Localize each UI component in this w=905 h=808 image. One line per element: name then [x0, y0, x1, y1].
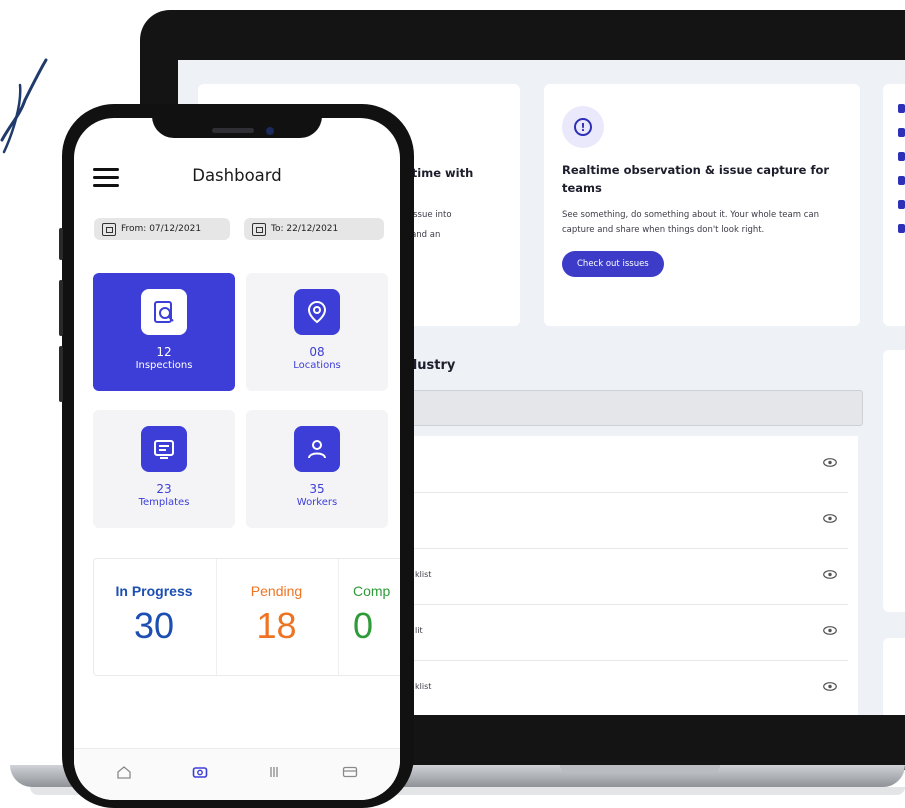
- search-input[interactable]: [403, 390, 863, 426]
- date-to-label: To: 22/12/2021: [271, 224, 339, 234]
- section-heading: dustry: [408, 358, 456, 373]
- tile-count: 12: [156, 345, 172, 359]
- card-icon[interactable]: [342, 765, 358, 779]
- eye-icon[interactable]: [823, 570, 837, 579]
- tile-label: Locations: [293, 360, 341, 371]
- tile-label: Templates: [138, 497, 190, 508]
- speaker-grille: [212, 128, 254, 133]
- bottom-nav: [74, 748, 400, 800]
- script-stroke-decoration: [0, 58, 48, 154]
- date-to-filter[interactable]: To: 22/12/2021: [244, 218, 384, 240]
- phone-side-button: [59, 280, 63, 336]
- row-divider: [403, 548, 848, 549]
- status-pending[interactable]: Pending 18: [216, 559, 336, 675]
- list-item-label[interactable]: klist: [415, 682, 431, 691]
- phone-screen: Dashboard From: 07/12/2021 To: 22/12/202…: [74, 118, 400, 800]
- eye-icon[interactable]: [823, 682, 837, 691]
- tile-label: Workers: [296, 497, 338, 508]
- link-bullet[interactable]: [898, 152, 905, 161]
- status-label: In Progress: [115, 583, 193, 599]
- inspection-icon: [141, 289, 187, 335]
- row-divider: [403, 660, 848, 661]
- right-card-link-list: [898, 104, 905, 248]
- phone-side-button: [59, 346, 63, 402]
- eye-icon[interactable]: [823, 458, 837, 467]
- worker-icon: [294, 426, 340, 472]
- status-summary: In Progress 30 Pending 18 Comp 0: [93, 558, 400, 676]
- camera-icon[interactable]: [192, 765, 208, 779]
- status-in-progress[interactable]: In Progress 30: [94, 559, 214, 675]
- template-list: klist lit klist: [403, 436, 858, 715]
- status-label: Pending: [250, 583, 303, 599]
- status-label: Comp: [353, 583, 391, 599]
- link-bullet[interactable]: [898, 224, 905, 233]
- front-camera: [266, 127, 274, 135]
- feature-card-issues: ! Realtime observation & issue capture f…: [544, 84, 860, 326]
- date-from-label: From: 07/12/2021: [121, 224, 202, 234]
- tile-inspections[interactable]: 12 Inspections: [93, 273, 235, 391]
- tile-locations[interactable]: 08 Locations: [246, 273, 388, 391]
- list-item-label[interactable]: lit: [415, 626, 423, 635]
- calendar-icon: [102, 222, 116, 236]
- tile-workers[interactable]: 35 Workers: [246, 410, 388, 528]
- tile-count: 08: [309, 345, 325, 359]
- row-divider: [403, 492, 848, 493]
- tile-label: Inspections: [135, 360, 193, 371]
- page-title: Dashboard: [192, 166, 282, 185]
- side-panel: [883, 350, 905, 612]
- tile-count: 23: [156, 482, 172, 496]
- link-bullet[interactable]: [898, 104, 905, 113]
- side-panel: [883, 638, 905, 715]
- calendar-icon: [252, 222, 266, 236]
- link-bullet[interactable]: [898, 200, 905, 209]
- list-item-label[interactable]: klist: [415, 570, 431, 579]
- info-icon: !: [562, 106, 604, 148]
- template-icon: [141, 426, 187, 472]
- feature-card-body: See something, do something about it. Yo…: [562, 209, 819, 236]
- info-icon-glyph: !: [574, 118, 592, 136]
- eye-icon[interactable]: [823, 514, 837, 523]
- link-bullet[interactable]: [898, 128, 905, 137]
- eye-icon[interactable]: [823, 626, 837, 635]
- status-completed[interactable]: Comp 0: [338, 559, 400, 675]
- list-icon[interactable]: [266, 765, 282, 779]
- laptop-hinge: [560, 765, 720, 773]
- link-bullet[interactable]: [898, 176, 905, 185]
- home-icon[interactable]: [116, 765, 132, 779]
- feature-card-title: Realtime observation & issue capture for…: [562, 163, 830, 195]
- row-divider: [403, 604, 848, 605]
- location-pin-icon: [294, 289, 340, 335]
- check-out-issues-button[interactable]: Check out issues: [562, 251, 664, 278]
- date-from-filter[interactable]: From: 07/12/2021: [94, 218, 230, 240]
- tile-templates[interactable]: 23 Templates: [93, 410, 235, 528]
- status-value: 18: [256, 605, 297, 646]
- phone-side-button: [59, 228, 63, 260]
- status-value: 0: [353, 605, 374, 646]
- tile-count: 35: [309, 482, 325, 496]
- status-value: 30: [133, 605, 175, 646]
